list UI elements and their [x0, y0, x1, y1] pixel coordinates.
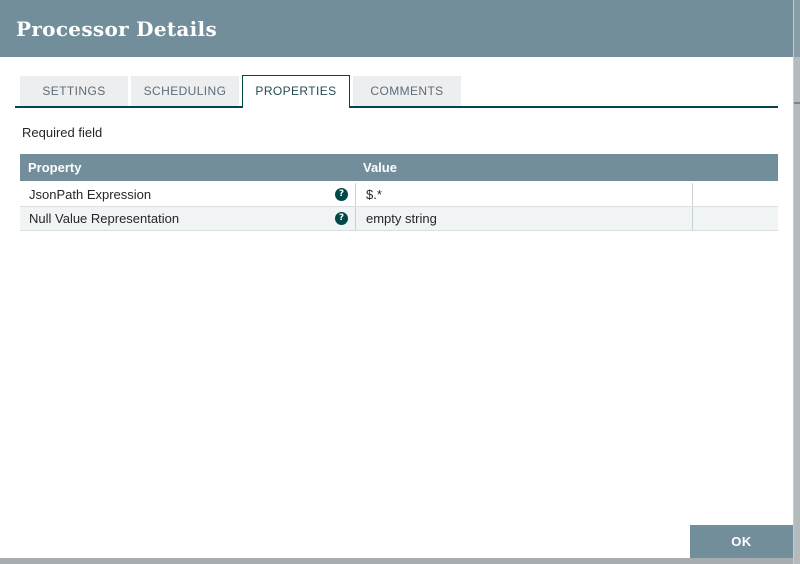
column-header-property: Property	[28, 160, 82, 175]
property-name: Null Value Representation	[29, 211, 180, 226]
screen: Processor Details SETTINGS SCHEDULING PR…	[0, 0, 800, 564]
property-value: empty string	[366, 211, 437, 226]
tab-comments[interactable]: COMMENTS	[353, 76, 461, 106]
row-extra-cell	[692, 183, 778, 206]
tab-bar: SETTINGS SCHEDULING PROPERTIES COMMENTS	[15, 75, 778, 108]
page-edge-right-mark	[794, 102, 800, 104]
help-icon[interactable]: ?	[335, 212, 348, 225]
column-header-value: Value	[363, 160, 397, 175]
page-edge-right	[793, 0, 800, 564]
tab-properties[interactable]: PROPERTIES	[242, 75, 350, 108]
row-extra-cell	[692, 207, 778, 230]
property-name: JsonPath Expression	[29, 187, 152, 202]
table-header-row: Property Value	[20, 154, 778, 181]
tab-settings-label: SETTINGS	[42, 84, 106, 98]
ok-button[interactable]: OK	[690, 525, 793, 558]
page-edge-right-header	[794, 0, 800, 57]
tab-properties-label: PROPERTIES	[255, 84, 337, 98]
required-field-label: Required field	[22, 125, 103, 140]
table-row: JsonPath Expression ? $.*	[20, 183, 778, 207]
tab-settings[interactable]: SETTINGS	[20, 76, 128, 106]
page-edge-bottom	[0, 558, 793, 564]
tab-scheduling-label: SCHEDULING	[143, 84, 227, 98]
properties-table: Property Value JsonPath Expression ? $.*…	[20, 154, 778, 231]
tab-scheduling[interactable]: SCHEDULING	[131, 76, 239, 106]
property-value: $.*	[366, 187, 382, 202]
table-row: Null Value Representation ? empty string	[20, 207, 778, 231]
dialog-title: Processor Details	[16, 16, 217, 41]
tab-comments-label: COMMENTS	[370, 84, 444, 98]
dialog-header: Processor Details	[0, 0, 793, 57]
help-icon[interactable]: ?	[335, 188, 348, 201]
processor-details-dialog: Processor Details SETTINGS SCHEDULING PR…	[0, 0, 793, 558]
